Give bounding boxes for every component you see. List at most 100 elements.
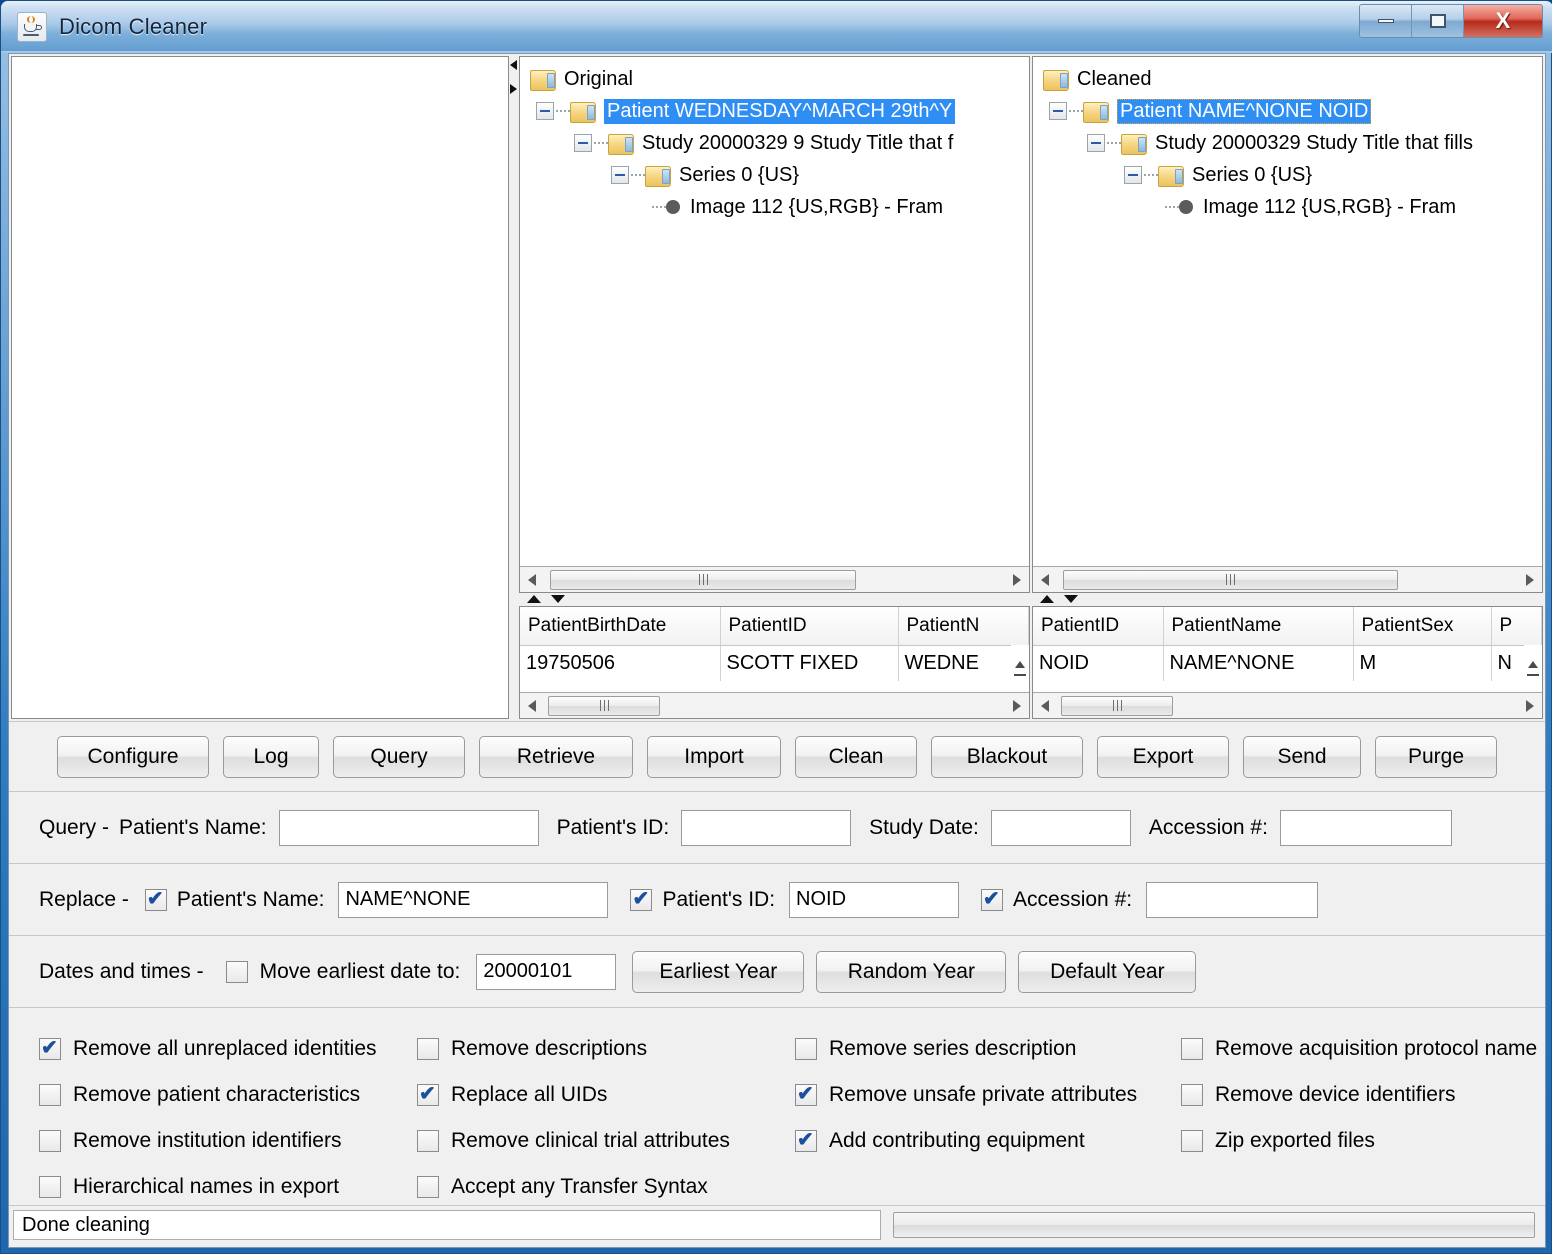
cleaned-tree-hscrollbar[interactable]: [1033, 566, 1542, 592]
option-remove-acquisition-protocol-name[interactable]: Remove acquisition protocol name: [1181, 1026, 1545, 1072]
option-remove-institution-identifiers[interactable]: Remove institution identifiers: [39, 1118, 417, 1164]
collapse-icon[interactable]: [611, 166, 629, 184]
tree-node-study[interactable]: Study 20000329 9 Study Title that f: [528, 127, 1029, 159]
tree-table-split-divider[interactable]: [519, 593, 1030, 606]
column-header[interactable]: PatientName: [1163, 607, 1354, 646]
tree-table-split-divider[interactable]: [1032, 593, 1543, 606]
column-header[interactable]: PatientBirthDate: [520, 607, 721, 646]
random-year-button[interactable]: Random Year: [816, 950, 1007, 993]
tree-node-root[interactable]: Original: [528, 63, 1029, 95]
cleaned-tree[interactable]: Cleaned Patient NAME^NONE NOID Study 200…: [1032, 56, 1543, 593]
checkbox[interactable]: [417, 1130, 439, 1152]
collapse-icon[interactable]: [536, 102, 554, 120]
tree-node-series[interactable]: Series 0 {US}: [1041, 159, 1542, 191]
checkbox[interactable]: [795, 1081, 817, 1106]
move-earliest-date-checkbox[interactable]: [225, 960, 248, 983]
option-remove-unsafe-private-attributes[interactable]: Remove unsafe private attributes: [795, 1072, 1181, 1118]
scroll-thumb[interactable]: [1061, 695, 1173, 716]
minimize-button[interactable]: [1360, 5, 1412, 37]
collapse-icon[interactable]: [1124, 166, 1142, 184]
split-collapse-left-icon[interactable]: [510, 60, 517, 70]
table-vscrollbar[interactable]: [1011, 645, 1029, 692]
cleaned-attributes-table[interactable]: PatientID PatientName PatientSex P NOID …: [1032, 606, 1543, 719]
collapse-icon[interactable]: [574, 134, 592, 152]
retrieve-button[interactable]: Retrieve: [479, 735, 633, 778]
option-replace-all-uids[interactable]: Replace all UIDs: [417, 1072, 795, 1118]
table-row[interactable]: NOID NAME^NONE M N: [1033, 645, 1542, 681]
tree-node-image[interactable]: Image 112 {US,RGB} - Fram: [1041, 191, 1542, 223]
scroll-thumb[interactable]: [548, 695, 660, 716]
split-collapse-up-icon[interactable]: [527, 595, 541, 603]
option-remove-all-unreplaced-identities[interactable]: Remove all unreplaced identities: [39, 1026, 417, 1072]
scroll-track[interactable]: [544, 694, 1005, 717]
collapse-icon[interactable]: [1049, 102, 1067, 120]
option-accept-any-transfer-syntax[interactable]: Accept any Transfer Syntax: [417, 1164, 795, 1210]
original-tree[interactable]: Original Patient WEDNESDAY^MARCH 29th^Y: [519, 56, 1030, 593]
scroll-down-icon[interactable]: [1527, 674, 1539, 676]
original-table-hscrollbar[interactable]: [520, 692, 1029, 718]
scroll-track[interactable]: [544, 568, 1005, 591]
move-earliest-date-input[interactable]: 20000101: [476, 953, 617, 990]
tree-node-study[interactable]: Study 20000329 Study Title that fills: [1041, 127, 1542, 159]
scroll-up-icon[interactable]: [1528, 661, 1538, 668]
checkbox[interactable]: [39, 1035, 61, 1060]
option-remove-series-description[interactable]: Remove series description: [795, 1026, 1181, 1072]
table-row[interactable]: 19750506 SCOTT FIXED WEDNE: [520, 645, 1029, 681]
earliest-year-button[interactable]: Earliest Year: [632, 950, 805, 993]
scroll-right-icon[interactable]: [1518, 567, 1542, 592]
tree-node-series[interactable]: Series 0 {US}: [528, 159, 1029, 191]
query-study-date-input[interactable]: [990, 809, 1131, 846]
purge-button[interactable]: Purge: [1375, 735, 1497, 778]
scroll-right-icon[interactable]: [1005, 567, 1029, 592]
checkbox[interactable]: [39, 1084, 61, 1106]
vertical-split-divider[interactable]: [509, 54, 519, 721]
collapse-icon[interactable]: [1087, 134, 1105, 152]
replace-patient-name-input[interactable]: NAME^NONE: [338, 881, 609, 918]
split-collapse-down-icon[interactable]: [1064, 595, 1078, 603]
default-year-button[interactable]: Default Year: [1018, 950, 1197, 993]
import-button[interactable]: Import: [647, 735, 781, 778]
export-button[interactable]: Export: [1097, 735, 1229, 778]
checkbox[interactable]: [39, 1130, 61, 1152]
option-remove-descriptions[interactable]: Remove descriptions: [417, 1026, 795, 1072]
query-button[interactable]: Query: [333, 735, 465, 778]
scroll-left-icon[interactable]: [1033, 567, 1057, 592]
column-header[interactable]: PatientID: [1033, 607, 1164, 646]
option-remove-clinical-trial-attributes[interactable]: Remove clinical trial attributes: [417, 1118, 795, 1164]
query-accession-input[interactable]: [1279, 809, 1452, 846]
checkbox[interactable]: [1181, 1084, 1203, 1106]
column-header[interactable]: PatientID: [720, 607, 899, 646]
option-hierarchical-names-in-export[interactable]: Hierarchical names in export: [39, 1164, 417, 1210]
configure-button[interactable]: Configure: [57, 735, 209, 778]
send-button[interactable]: Send: [1243, 735, 1361, 778]
tree-node-image[interactable]: Image 112 {US,RGB} - Fram: [528, 191, 1029, 223]
checkbox[interactable]: [417, 1038, 439, 1060]
column-header[interactable]: PatientN: [898, 607, 1029, 646]
scroll-down-icon[interactable]: [1014, 674, 1026, 676]
log-button[interactable]: Log: [223, 735, 319, 778]
scroll-track[interactable]: [1057, 694, 1518, 717]
scroll-right-icon[interactable]: [1005, 693, 1029, 718]
blackout-button[interactable]: Blackout: [931, 735, 1083, 778]
scroll-left-icon[interactable]: [520, 567, 544, 592]
table-vscrollbar[interactable]: [1524, 645, 1542, 692]
tree-node-patient[interactable]: Patient NAME^NONE NOID: [1041, 95, 1542, 127]
clean-button[interactable]: Clean: [795, 735, 917, 778]
scroll-left-icon[interactable]: [520, 693, 544, 718]
tree-node-patient[interactable]: Patient WEDNESDAY^MARCH 29th^Y: [528, 95, 1029, 127]
checkbox[interactable]: [1181, 1038, 1203, 1060]
original-attributes-table[interactable]: PatientBirthDate PatientID PatientN 1975…: [519, 606, 1030, 719]
replace-patient-id-input[interactable]: NOID: [789, 881, 960, 918]
checkbox[interactable]: [795, 1038, 817, 1060]
query-patient-id-input[interactable]: [681, 809, 852, 846]
checkbox[interactable]: [795, 1127, 817, 1152]
scroll-track[interactable]: [1057, 568, 1518, 591]
scroll-up-icon[interactable]: [1015, 661, 1025, 668]
scroll-right-icon[interactable]: [1518, 693, 1542, 718]
column-header[interactable]: P: [1491, 607, 1542, 646]
cleaned-table-hscrollbar[interactable]: [1033, 692, 1542, 718]
checkbox[interactable]: [417, 1081, 439, 1106]
original-tree-hscrollbar[interactable]: [520, 566, 1029, 592]
maximize-button[interactable]: [1412, 5, 1464, 37]
option-zip-exported-files[interactable]: Zip exported files: [1181, 1118, 1545, 1164]
